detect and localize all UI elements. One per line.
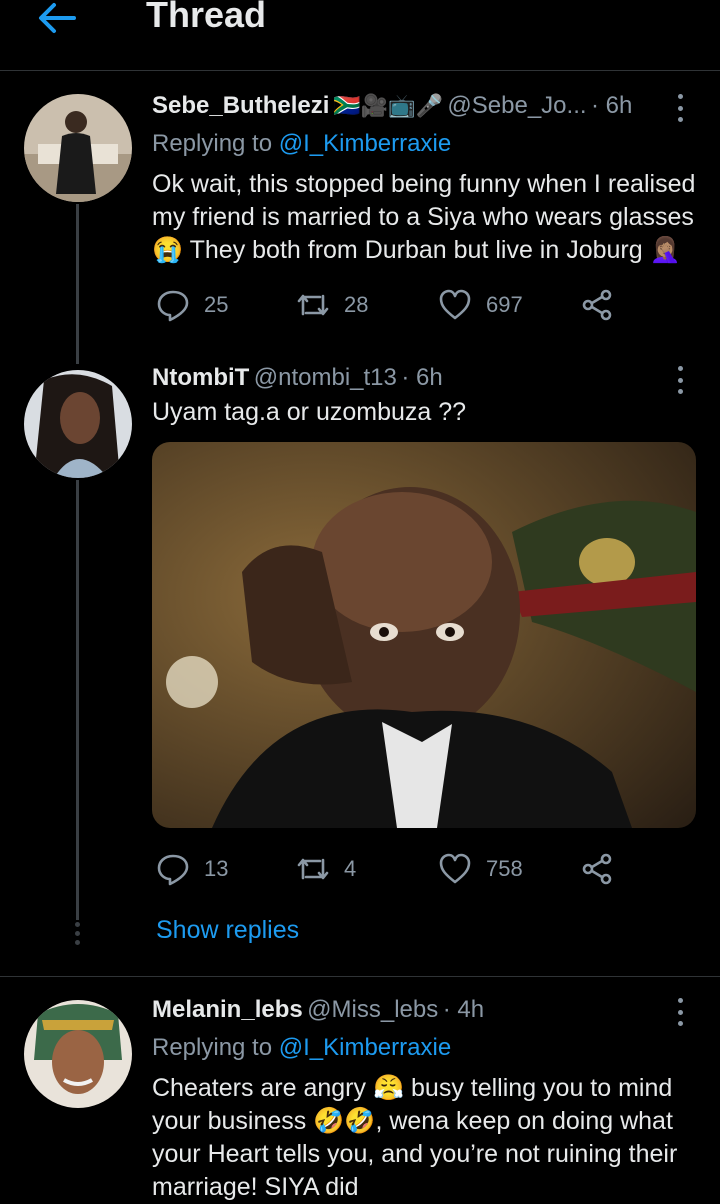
top-bar: Thread: [0, 0, 720, 71]
thread-line: [76, 204, 79, 364]
reply-icon: [157, 854, 189, 886]
replying-to: Replying to @I_Kimberraxie: [152, 130, 452, 157]
page-title: Thread: [146, 0, 267, 35]
more-vertical-icon[interactable]: [670, 998, 690, 1026]
like-count: 758: [486, 856, 523, 881]
like-icon: [439, 853, 471, 884]
share-icon: [582, 289, 612, 321]
user-handle[interactable]: @ntombi_t13: [254, 364, 397, 391]
show-replies-link[interactable]: Show replies: [156, 916, 299, 945]
name-emojis: 🇿🇦🎥📺🎤: [333, 93, 443, 118]
replying-to-link[interactable]: @I_Kimberraxie: [279, 1034, 451, 1061]
user-handle[interactable]: @Miss_lebs: [307, 996, 438, 1023]
timestamp: · 6h: [401, 364, 443, 391]
timestamp: · 6h: [591, 92, 633, 119]
tweet-text: Ok wait, this stopped being funny when I…: [152, 170, 696, 264]
thread-line: [76, 480, 79, 920]
retweet-count: 4: [344, 856, 357, 881]
replying-to-link[interactable]: @I_Kimberraxie: [279, 130, 451, 157]
more-vertical-icon[interactable]: [670, 94, 690, 122]
timestamp: · 4h: [442, 996, 485, 1023]
display-name[interactable]: Melanin_lebs: [152, 996, 303, 1023]
reply-count: 25: [204, 292, 229, 317]
like-button[interactable]: 697: [438, 288, 523, 322]
reply-count: 13: [204, 856, 229, 881]
like-count: 697: [486, 292, 523, 317]
retweet-button[interactable]: 28: [296, 288, 368, 322]
retweet-count: 28: [344, 292, 369, 317]
tweet-text: Cheaters are angry 😤 busy telling you to…: [152, 1074, 678, 1201]
user-handle[interactable]: @Sebe_Jo...: [447, 92, 586, 119]
tweet-header: NtombiT @ntombi_t13 · 6h: [152, 364, 443, 392]
reply-button[interactable]: 25: [156, 288, 228, 322]
display-name[interactable]: NtombiT: [152, 364, 249, 391]
tweet-text: Uyam tag.a or uzombuza ??: [152, 398, 467, 426]
share-icon: [582, 853, 612, 885]
like-button[interactable]: 758: [438, 852, 523, 886]
thread-dots: [75, 922, 80, 945]
tweet-photo[interactable]: [152, 442, 696, 828]
share-button[interactable]: [580, 288, 614, 322]
retweet-button[interactable]: 4: [296, 852, 356, 886]
more-vertical-icon[interactable]: [670, 366, 690, 394]
display-name[interactable]: Sebe_Buthelezi: [152, 92, 329, 119]
retweet-icon: [297, 858, 329, 880]
share-button[interactable]: [580, 852, 614, 886]
like-icon: [439, 289, 471, 320]
tweet-header: Sebe_Buthelezi 🇿🇦🎥📺🎤 @Sebe_Jo... · 6h: [152, 92, 632, 120]
avatar-sebe[interactable]: [24, 94, 132, 202]
divider: [0, 976, 720, 977]
avatar-melanin[interactable]: [24, 1000, 132, 1108]
avatar-ntombi[interactable]: [24, 370, 132, 478]
reply-icon: [157, 290, 189, 322]
reply-button[interactable]: 13: [156, 852, 228, 886]
replying-to: Replying to @I_Kimberraxie: [152, 1034, 452, 1061]
back-arrow-icon[interactable]: [34, 0, 78, 36]
retweet-icon: [297, 294, 329, 316]
tweet-header: Melanin_lebs @Miss_lebs · 4h: [152, 996, 484, 1024]
